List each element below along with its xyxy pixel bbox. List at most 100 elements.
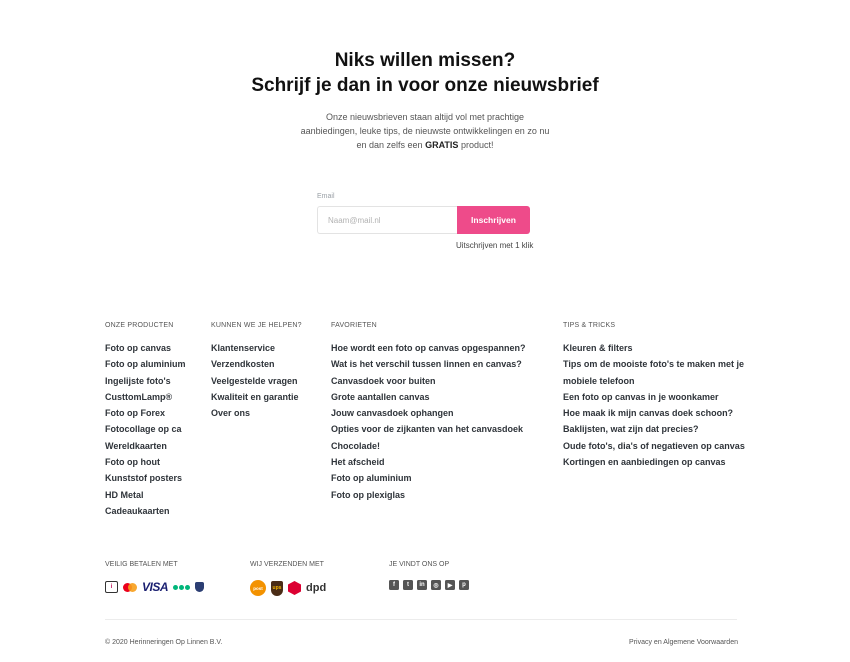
footer-link-text[interactable]: CusttomLamp®	[105, 392, 172, 402]
footer-link-text[interactable]: Een foto op canvas in je woonkamer	[563, 392, 719, 402]
footer-link-text[interactable]: Foto op Forex	[105, 408, 165, 418]
footer-link[interactable]: Klantenservice	[211, 340, 302, 356]
footer-link-text[interactable]: Foto op plexiglas	[331, 490, 405, 500]
footer-link-text[interactable]: Baklijsten, wat zijn dat precies?	[563, 424, 699, 434]
pinterest-icon[interactable]: p	[459, 580, 469, 590]
copyright-text: © 2020 Herinneringen Op Linnen B.V.	[105, 639, 223, 646]
email-form-row: Inschrijven	[317, 206, 547, 234]
footer-link[interactable]: Wereldkaarten	[105, 438, 186, 454]
newsletter-description-bold: GRATIS	[425, 140, 459, 150]
payment-title: Veilig betalen met	[105, 561, 178, 568]
social-icons: f t in ◎ ▶ p	[389, 580, 469, 590]
footer-link-text[interactable]: Oude foto's, dia's of negatieven op canv…	[563, 441, 745, 451]
footer-link[interactable]: Kortingen en aanbiedingen op canvas	[563, 454, 745, 470]
footer-link-text[interactable]: Veelgestelde vragen	[211, 376, 298, 386]
instagram-icon[interactable]: ◎	[431, 580, 441, 590]
footer-column-title: Onze producten	[105, 322, 174, 329]
footer-column-title: Favorieten	[331, 322, 377, 329]
footer-link[interactable]: Tips om de mooiste foto's te maken met j…	[563, 356, 745, 372]
footer-link[interactable]: Verzendkosten	[211, 356, 302, 372]
footer-link[interactable]: Foto op canvas	[105, 340, 186, 356]
dpd-label: dpd	[306, 582, 327, 594]
footer-link-text[interactable]: Grote aantallen canvas	[331, 392, 430, 402]
footer-link[interactable]: Hoe maak ik mijn canvas doek schoon?	[563, 405, 745, 421]
footer-link[interactable]: CusttomLamp®	[105, 389, 186, 405]
footer-link[interactable]: Foto op hout	[105, 454, 186, 470]
footer-link-text[interactable]: Fotocollage op ca	[105, 424, 182, 434]
footer-link[interactable]: Kwaliteit en garantie	[211, 389, 302, 405]
newsletter-description-end: product!	[460, 140, 494, 150]
footer-column-title: Kunnen we je helpen?	[211, 322, 302, 329]
footer-link-text[interactable]: Verzendkosten	[211, 359, 275, 369]
footer-link-text[interactable]: Kwaliteit en garantie	[211, 392, 299, 402]
footer-link[interactable]: Wat is het verschil tussen linnen en can…	[331, 356, 526, 372]
payment-icons: i VISA	[105, 580, 205, 594]
footer-link[interactable]: Het afscheid	[331, 454, 526, 470]
footer-link[interactable]: Opties voor de zijkanten van het canvasd…	[331, 421, 526, 437]
footer-link-text[interactable]: Opties voor de zijkanten van het canvasd…	[331, 424, 523, 434]
visa-icon: VISA	[142, 580, 169, 594]
payment-section: Veilig betalen met i VISA	[105, 561, 205, 594]
shipping-section: Wij verzenden met post ups dpd	[250, 561, 326, 596]
ups-icon: ups	[271, 580, 283, 596]
footer-link-text[interactable]: Cadeaukaarten	[105, 506, 170, 516]
footer-link-text[interactable]: Chocolade!	[331, 441, 380, 451]
footer-link-text[interactable]: Tips om de mooiste foto's te maken met j…	[563, 359, 744, 369]
footer-link-text[interactable]: Ingelijste foto's	[105, 376, 171, 386]
privacy-link[interactable]: Privacy en Algemene Voorwaarden	[629, 639, 738, 646]
footer-link-text[interactable]: Wat is het verschil tussen linnen en can…	[331, 359, 522, 369]
footer-link-list: Foto op canvas Foto op aluminium Ingelij…	[105, 340, 186, 519]
newsletter-title-line1: Niks willen missen?	[334, 50, 516, 71]
footer-link-text[interactable]: Klantenservice	[211, 343, 275, 353]
subscribe-button[interactable]: Inschrijven	[457, 206, 530, 234]
footer-link[interactable]: Kleuren & filters	[563, 340, 745, 356]
newsletter-title-line2: Schrijf je dan in voor onze nieuwsbrief	[251, 75, 599, 96]
footer-link-text[interactable]: HD Metal	[105, 490, 144, 500]
footer-link[interactable]: Een foto op canvas in je woonkamer	[563, 389, 745, 405]
footer-link-list: Hoe wordt een foto op canvas opgespannen…	[331, 340, 526, 503]
footer-link[interactable]: Oude foto's, dia's of negatieven op canv…	[563, 438, 745, 454]
footer-link-text[interactable]: mobiele telefoon	[563, 376, 635, 386]
facebook-icon[interactable]: f	[389, 580, 399, 590]
footer-link[interactable]: Cadeaukaarten	[105, 503, 186, 519]
footer-link[interactable]: Kunststof posters	[105, 470, 186, 486]
twitter-icon[interactable]: t	[403, 580, 413, 590]
email-input[interactable]	[317, 206, 457, 234]
footer-link[interactable]: Ingelijste foto's	[105, 373, 186, 389]
footer-link-text[interactable]: Wereldkaarten	[105, 441, 167, 451]
footer-link-text[interactable]: Foto op aluminium	[331, 473, 412, 483]
footer-link-text[interactable]: Canvasdoek voor buiten	[331, 376, 436, 386]
footer-link[interactable]: Fotocollage op ca	[105, 421, 186, 437]
footer-link[interactable]: Hoe wordt een foto op canvas opgespannen…	[331, 340, 526, 356]
footer-link-text[interactable]: Kleuren & filters	[563, 343, 633, 353]
footer-link-text[interactable]: Hoe maak ik mijn canvas doek schoon?	[563, 408, 733, 418]
shipping-title: Wij verzenden met	[250, 561, 324, 568]
social-title: Je vindt ons op	[389, 561, 450, 568]
footer-link-text[interactable]: Hoe wordt een foto op canvas opgespannen…	[331, 343, 526, 353]
footer-link[interactable]: Canvasdoek voor buiten	[331, 373, 526, 389]
footer-link[interactable]: Grote aantallen canvas	[331, 389, 526, 405]
footer-link[interactable]: mobiele telefoon	[563, 373, 745, 389]
linkedin-icon[interactable]: in	[417, 580, 427, 590]
footer-link[interactable]: Baklijsten, wat zijn dat precies?	[563, 421, 745, 437]
footer-link-text[interactable]: Het afscheid	[331, 457, 385, 467]
footer-link[interactable]: Foto op aluminium	[105, 356, 186, 372]
youtube-icon[interactable]: ▶	[445, 580, 455, 590]
shipping-icons: post ups dpd	[250, 580, 326, 596]
footer-link-text[interactable]: Jouw canvasdoek ophangen	[331, 408, 454, 418]
footer-link-text[interactable]: Foto op canvas	[105, 343, 171, 353]
footer-link[interactable]: Foto op plexiglas	[331, 487, 526, 503]
footer-link-text[interactable]: Kortingen en aanbiedingen op canvas	[563, 457, 726, 467]
footer-link[interactable]: Foto op aluminium	[331, 470, 526, 486]
footer-link-text[interactable]: Over ons	[211, 408, 250, 418]
footer-link[interactable]: Veelgestelde vragen	[211, 373, 302, 389]
footer-link[interactable]: HD Metal	[105, 487, 186, 503]
footer-link-text[interactable]: Foto op aluminium	[105, 359, 186, 369]
footer-link[interactable]: Chocolade!	[331, 438, 526, 454]
footer-link-list: Klantenservice Verzendkosten Veelgesteld…	[211, 340, 302, 421]
footer-link[interactable]: Foto op Forex	[105, 405, 186, 421]
footer-link[interactable]: Jouw canvasdoek ophangen	[331, 405, 526, 421]
footer-link[interactable]: Over ons	[211, 405, 302, 421]
footer-link-text[interactable]: Foto op hout	[105, 457, 160, 467]
footer-link-text[interactable]: Kunststof posters	[105, 473, 182, 483]
